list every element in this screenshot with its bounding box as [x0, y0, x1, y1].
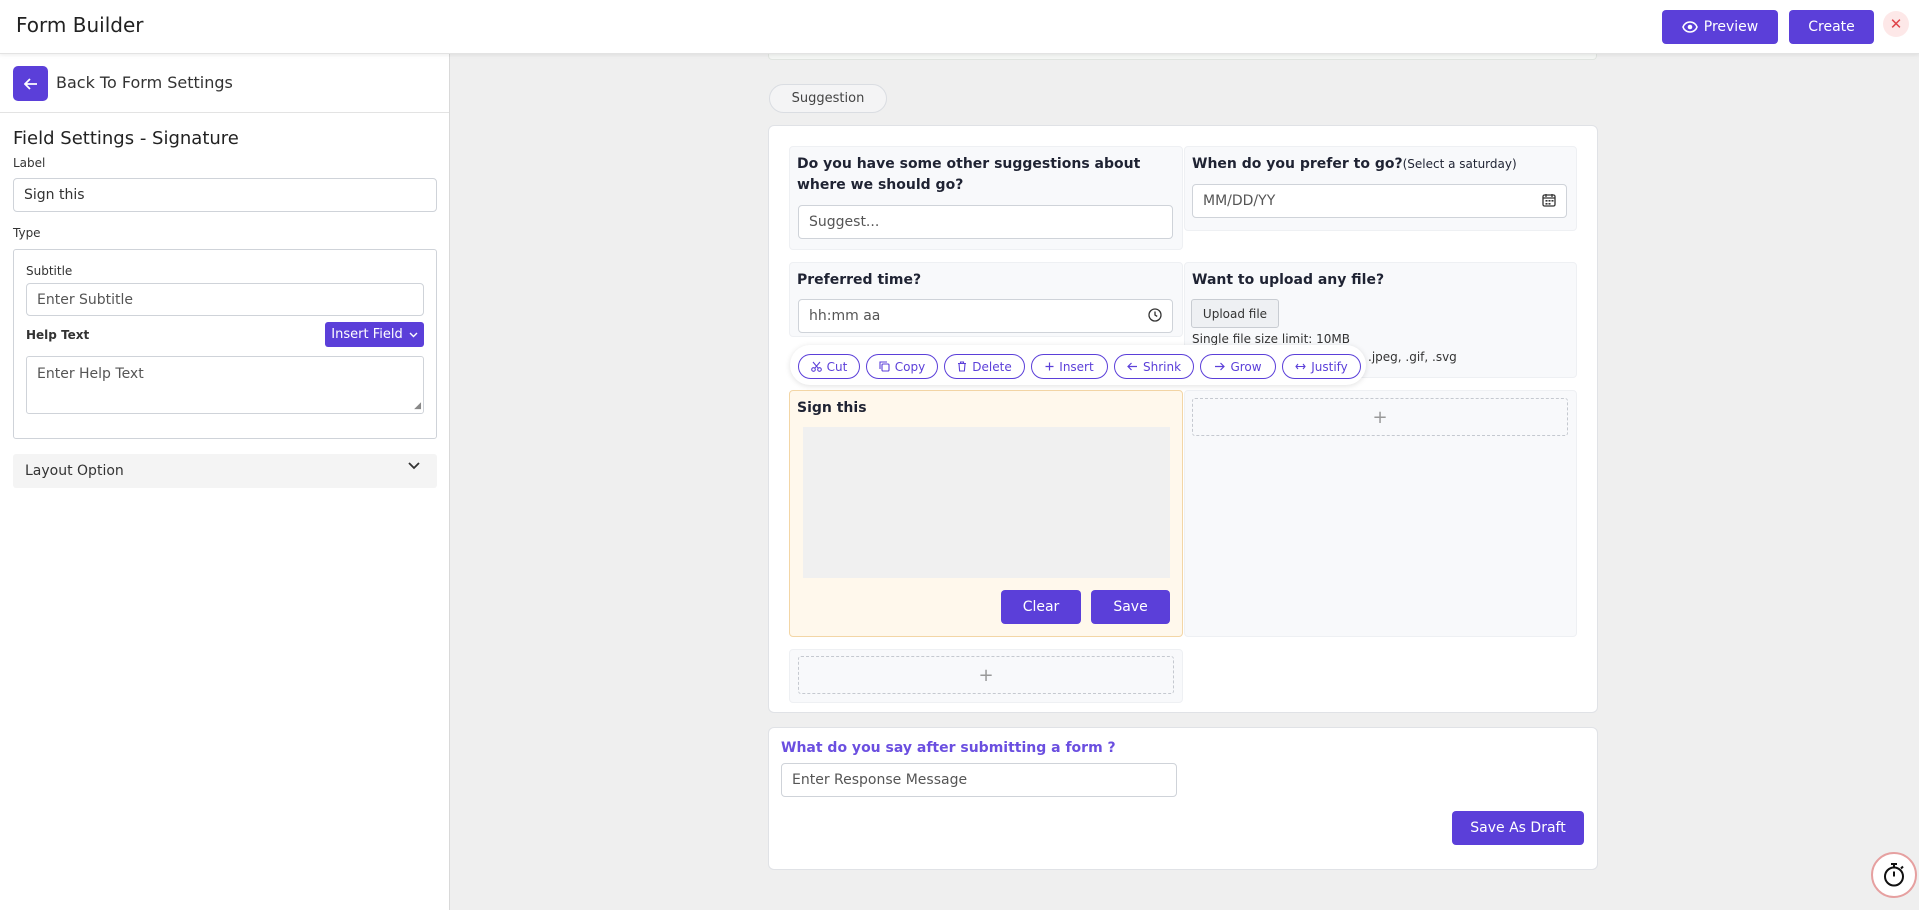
grow-label: Grow [1230, 359, 1262, 374]
copy-button[interactable]: Copy [866, 354, 938, 379]
plus-icon: + [1372, 406, 1388, 428]
suggestion-input[interactable]: Suggest... [798, 205, 1173, 239]
help-text-placeholder: Enter Help Text [37, 366, 144, 382]
field-settings-title: Field Settings - Signature [13, 128, 239, 149]
signature-label: Sign this [797, 400, 867, 416]
back-row: Back To Form Settings [0, 54, 449, 113]
plus-icon: + [978, 664, 994, 686]
calendar-icon[interactable] [1542, 193, 1556, 207]
response-message-placeholder: Enter Response Message [792, 772, 968, 788]
upload-file-button[interactable]: Upload file [1191, 299, 1279, 328]
subtitle-placeholder: Enter Subtitle [37, 291, 134, 308]
date-placeholder: MM/DD/YY [1203, 193, 1276, 209]
grow-button[interactable]: Grow [1200, 354, 1276, 379]
insert-field-label: Insert Field [331, 327, 403, 342]
signature-pad[interactable] [803, 427, 1170, 578]
stopwatch-icon [1884, 863, 1904, 887]
justify-label: Justify [1311, 359, 1348, 374]
cut-button[interactable]: Cut [798, 354, 860, 379]
label-caption: Label [13, 156, 46, 170]
save-label: Save [1113, 599, 1148, 615]
insert-field-button[interactable]: Insert Field [325, 322, 424, 347]
create-label: Create [1808, 19, 1855, 35]
help-text-input[interactable]: Enter Help Text ◢ [26, 356, 424, 414]
justify-button[interactable]: Justify [1282, 354, 1361, 379]
trash-icon [958, 361, 967, 372]
save-as-draft-label: Save As Draft [1470, 820, 1566, 836]
shrink-button[interactable]: Shrink [1114, 354, 1194, 379]
question-sublabel: (Select a saturday) [1402, 157, 1517, 171]
delete-button[interactable]: Delete [944, 354, 1025, 379]
stopwatch-button[interactable] [1871, 852, 1917, 898]
question-label: When do you prefer to go?(Select a satur… [1192, 154, 1517, 175]
add-row-button[interactable]: + [798, 656, 1174, 694]
back-to-form-settings-link[interactable]: Back To Form Settings [56, 73, 233, 92]
question-label: Want to upload any file? [1192, 272, 1385, 288]
response-message-input[interactable]: Enter Response Message [781, 763, 1177, 797]
time-placeholder: hh:mm aa [809, 308, 881, 324]
question-label: Do you have some other suggestions about… [797, 156, 1141, 193]
back-button[interactable] [13, 66, 48, 101]
copy-icon [879, 361, 890, 372]
field-toolbar: Cut Copy Delete Insert Shrink Grow Justi… [790, 345, 1366, 385]
scissors-icon [810, 361, 822, 372]
section-tab-suggestion[interactable]: Suggestion [769, 84, 887, 113]
copy-label: Copy [894, 359, 926, 374]
label-field-value: Sign this [24, 187, 85, 203]
suggestion-placeholder: Suggest... [809, 214, 880, 230]
clear-signature-button[interactable]: Clear [1001, 590, 1081, 624]
eye-icon [1681, 21, 1698, 33]
arrow-right-icon [1215, 362, 1226, 371]
clock-icon[interactable] [1148, 308, 1162, 322]
plus-icon [1045, 362, 1054, 371]
response-message-label: What do you say after submitting a form … [781, 740, 1116, 756]
create-button[interactable]: Create [1789, 10, 1874, 44]
question-label-text: When do you prefer to go? [1192, 156, 1403, 172]
save-as-draft-button[interactable]: Save As Draft [1452, 811, 1584, 845]
layout-option-accordion[interactable]: Layout Option [13, 454, 437, 488]
type-caption: Type [13, 226, 41, 240]
save-signature-button[interactable]: Save [1091, 590, 1170, 624]
top-bar: Form Builder Preview Create ✕ [0, 0, 1919, 54]
resize-handle-icon[interactable]: ◢ [414, 401, 421, 411]
field-settings-sidebar: Back To Form Settings Field Settings - S… [0, 54, 450, 910]
arrow-left-icon [1127, 362, 1137, 371]
preview-button[interactable]: Preview [1662, 10, 1778, 44]
chevron-down-icon [408, 462, 420, 470]
label-field[interactable]: Sign this [13, 178, 437, 212]
insert-button[interactable]: Insert [1031, 354, 1108, 379]
layout-option-label: Layout Option [25, 463, 124, 479]
preview-label: Preview [1703, 19, 1759, 35]
shrink-label: Shrink [1142, 359, 1182, 374]
question-label: Preferred time? [797, 272, 922, 288]
allowed-file-types: .jpeg, .gif, .svg [1368, 350, 1457, 364]
time-input[interactable]: hh:mm aa [798, 299, 1173, 333]
date-input[interactable]: MM/DD/YY [1192, 184, 1567, 218]
add-field-button[interactable]: + [1192, 398, 1568, 436]
file-size-limit: Single file size limit: 10MB [1192, 332, 1350, 346]
clear-label: Clear [1022, 599, 1060, 615]
subtitle-input[interactable]: Enter Subtitle [26, 283, 424, 316]
arrow-left-icon [23, 77, 37, 90]
cut-label: Cut [826, 359, 848, 374]
help-text-caption: Help Text [26, 328, 90, 342]
subtitle-caption: Subtitle [26, 264, 73, 278]
justify-icon [1295, 363, 1306, 370]
delete-label: Delete [972, 359, 1012, 374]
close-icon[interactable]: ✕ [1883, 11, 1909, 37]
app-title: Form Builder [16, 13, 144, 37]
chevron-down-icon [409, 332, 418, 337]
insert-label: Insert [1059, 359, 1094, 374]
